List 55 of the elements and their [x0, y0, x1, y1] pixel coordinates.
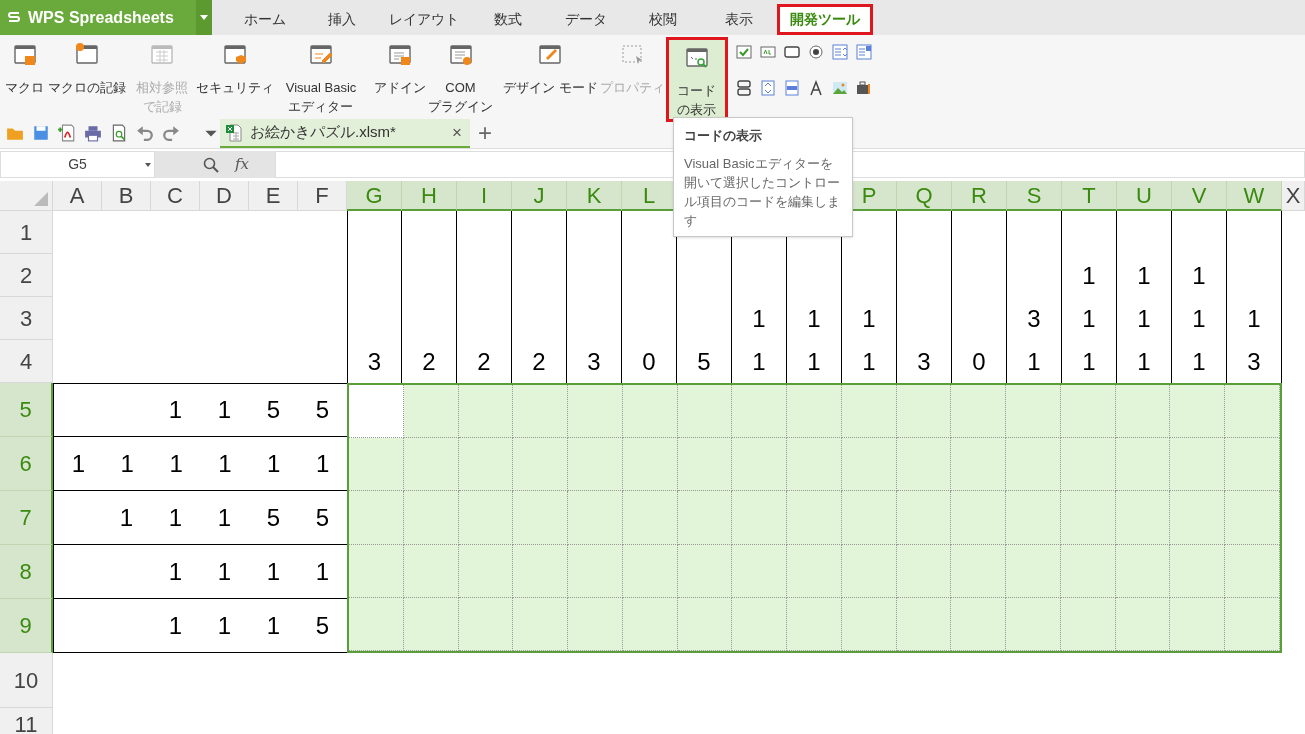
clue-number: 1: [119, 448, 135, 479]
app-title: WPS Spreadsheets: [28, 7, 174, 28]
clue-number: 1: [1026, 346, 1042, 377]
clue-number: 1: [1136, 303, 1152, 334]
clue-number: 5: [314, 395, 331, 425]
clue-number: 1: [70, 448, 87, 479]
clue-number: 2: [421, 346, 437, 377]
clue-number: 3: [1246, 346, 1262, 377]
clue-number: 0: [971, 346, 987, 377]
clue-number: 1: [167, 395, 184, 425]
clue-number: 1: [265, 556, 282, 587]
clue-number: 1: [266, 448, 282, 479]
clue-number: 1: [216, 395, 233, 425]
clue-number: 1: [168, 448, 184, 479]
clue-number: 2: [476, 346, 492, 377]
clue-number: 3: [366, 346, 383, 377]
clue-number: 1: [265, 610, 282, 641]
clue-number: 1: [1081, 303, 1097, 334]
clue-number: 1: [1136, 260, 1152, 291]
clue-number: 1: [1191, 303, 1207, 334]
tooltip-text: Visual Basicエディターを開いて選択したコントロール項目のコードを編集します: [684, 154, 841, 230]
clue-number: 1: [167, 502, 184, 533]
clue-number: 1: [314, 448, 331, 479]
clue-number: 3: [586, 346, 602, 377]
clue-number: 1: [806, 346, 822, 377]
clue-number: 3: [916, 346, 932, 377]
clue-number: 1: [1191, 260, 1207, 291]
clue-number: 1: [1081, 260, 1097, 291]
clue-number: 1: [861, 346, 877, 377]
clue-number: 5: [314, 610, 331, 641]
clue-number: 1: [167, 610, 184, 641]
clue-number: 1: [861, 303, 877, 334]
clue-number: 1: [1246, 303, 1262, 334]
clue-number: 1: [1136, 346, 1152, 377]
clue-number: 1: [751, 303, 767, 334]
clue-number: 5: [696, 346, 712, 377]
clue-number: 1: [1081, 346, 1097, 377]
clue-number: 1: [217, 448, 233, 479]
clue-number: 1: [167, 556, 184, 587]
clue-number: 3: [1026, 303, 1042, 334]
clue-number: 1: [216, 556, 233, 587]
clue-number: 1: [216, 502, 233, 533]
clue-number: 1: [118, 502, 135, 533]
clue-number: 1: [216, 610, 233, 641]
clue-number: 1: [1191, 346, 1207, 377]
clue-number: 1: [314, 556, 331, 587]
clue-number: 5: [265, 502, 282, 533]
clue-number: 5: [265, 395, 282, 425]
document-title: お絵かきパズル.xlsm*: [250, 122, 397, 143]
clue-number: 0: [641, 346, 657, 377]
clue-number: 2: [531, 346, 547, 377]
clue-number: 5: [314, 502, 331, 533]
clue-number: 1: [806, 303, 822, 334]
clue-number: 1: [751, 346, 767, 377]
tooltip-title: コードの表示: [684, 127, 763, 145]
